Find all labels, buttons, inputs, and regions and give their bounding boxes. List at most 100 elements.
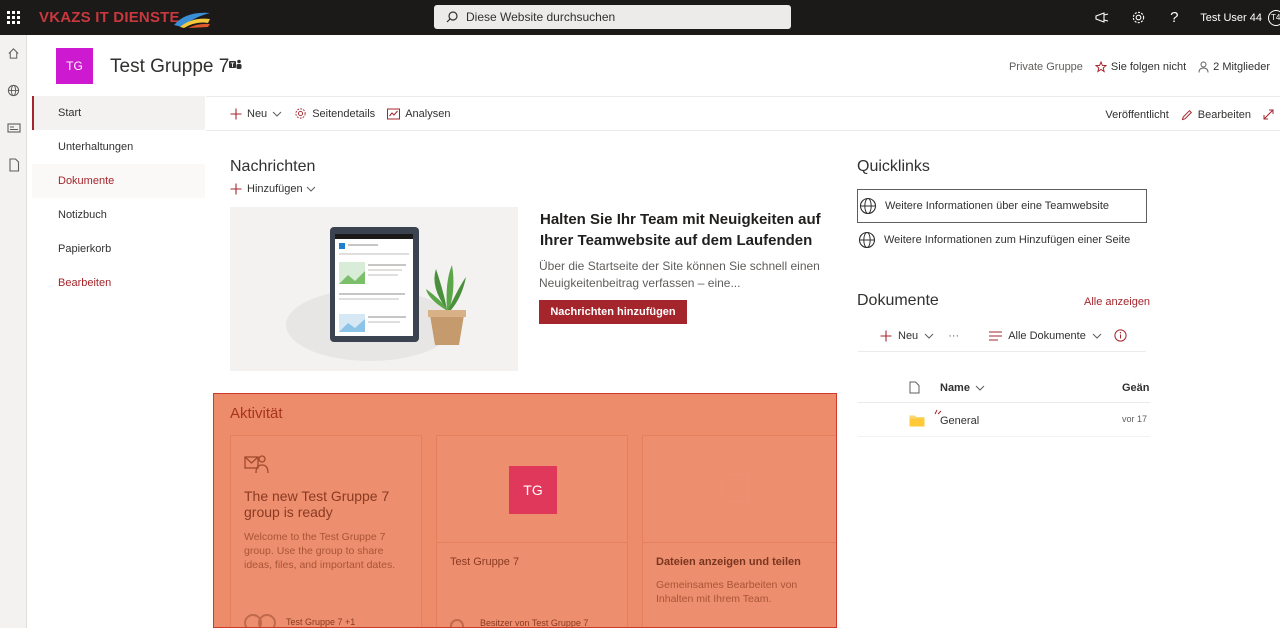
nav-item-start[interactable]: Start [32,96,205,130]
more-options-icon[interactable]: ··· [948,330,959,342]
user-name[interactable]: Test User 44 [1200,12,1262,24]
nav-edit-link[interactable]: Bearbeiten [32,266,205,300]
members-button[interactable]: 2 Mitglieder [1198,61,1270,73]
card-text: Gemeinsames Bearbeiten von Inhalten mit … [656,579,798,605]
megaphone-icon[interactable] [1084,0,1120,35]
follow-label: Sie folgen nicht [1110,61,1187,73]
site-title[interactable]: Test Gruppe 7 [110,56,229,78]
name-column-header[interactable]: Name [940,382,985,394]
quicklink-item[interactable]: Weitere Informationen zum Hinzufügen ein… [857,223,1147,257]
nav-label: Papierkorb [58,243,112,255]
chevron-down-icon [272,111,282,117]
card-footer: Test Gruppe 7 +1 [286,617,356,627]
search-box[interactable]: Diese Website durchsuchen [434,5,791,29]
name-column-label: Name [940,382,970,394]
quicklink-label: Weitere Informationen über eine Teamwebs… [885,200,1109,212]
expand-icon [1263,109,1274,120]
app-launcher-icon[interactable] [0,0,27,35]
gear-icon[interactable] [1120,0,1156,35]
left-navigation: Start Unterhaltungen Dokumente Notizbuch… [32,96,205,628]
person-icon [450,619,464,627]
add-news-button[interactable]: Hinzufügen [230,183,316,195]
site-header: TG Test Gruppe 7 T Private Gruppe Sie fo… [32,35,1280,96]
page-details-label: Seitendetails [312,107,376,120]
site-logo[interactable]: TG [56,48,93,84]
activity-title: Aktivität [230,405,283,422]
search-icon [446,11,458,23]
expand-button[interactable] [1263,109,1274,120]
globe-icon [859,197,877,215]
list-view-icon [989,330,1003,341]
brand-logo[interactable]: VKAZS IT DIENSTE [39,7,212,29]
person-icon [1198,61,1209,73]
quicklink-item[interactable]: Weitere Informationen über eine Teamwebs… [857,189,1147,223]
documents-new-label: Neu [898,329,919,342]
documents-command-bar: Neu ··· Alle Dokumente [858,320,1146,352]
activity-card-group[interactable]: TG Test Gruppe 7 Besitzer von Test Grupp… [436,435,628,627]
app-bar [0,35,27,628]
add-news-post-button[interactable]: Nachrichten hinzufügen [539,300,687,324]
plus-icon [880,330,892,341]
new-button[interactable]: Neu [230,108,282,120]
card-heading: Dateien anzeigen und teilen [656,556,801,568]
privacy-text: Private Gruppe [1008,61,1083,73]
file-type-icon [909,381,920,394]
card-heading: The new Test Gruppe 7 group is ready [244,488,390,520]
info-icon[interactable] [1114,329,1127,342]
edit-button[interactable]: Bearbeiten [1181,109,1251,121]
pencil-icon [1181,109,1192,120]
card-text: Welcome to the Test Gruppe 7 group. Use … [244,531,396,571]
group-mail-icon [244,455,269,474]
user-avatar[interactable]: T4 [1268,9,1280,26]
nav-item-notebook[interactable]: Notizbuch [32,198,205,232]
group-logo: TG [509,466,557,514]
member-avatars-icon [244,614,276,627]
follow-button[interactable]: Sie folgen nicht [1094,61,1187,73]
quicklink-label: Weitere Informationen zum Hinzufügen ein… [884,234,1131,246]
news-body: Über die Startseite der Site können Sie … [539,259,820,290]
page-details-button[interactable]: Seitendetails [294,107,375,120]
nav-item-conversations[interactable]: Unterhaltungen [32,130,205,164]
analytics-icon [387,108,401,119]
document-icon[interactable] [0,146,27,183]
nav-label: Dokumente [58,175,115,187]
documents-row[interactable]: General vor 17 [858,404,1150,437]
document-name[interactable]: General [940,415,979,427]
privacy-label: Private Gruppe [1009,61,1083,73]
chevron-down-icon [306,186,316,192]
help-icon[interactable]: ? [1156,0,1192,35]
chevron-down-icon [1092,333,1102,339]
quicklinks-title: Quicklinks [857,158,930,175]
chevron-down-icon [975,385,985,391]
card-heading: Test Gruppe 7 [450,556,520,568]
news-section-title: Nachrichten [230,158,316,175]
command-bar: Neu Seitendetails Analysen Veröffentlich… [206,96,1280,131]
view-label: Alle Dokumente [1008,329,1086,342]
news-icon[interactable] [0,109,27,146]
nav-item-recycle-bin[interactable]: Papierkorb [32,232,205,266]
plus-icon [230,108,242,119]
globe-icon[interactable] [0,72,27,109]
view-selector[interactable]: Alle Dokumente [989,330,1102,342]
home-icon[interactable] [0,35,27,72]
svg-text:T: T [231,63,235,69]
plus-icon [230,183,242,195]
teams-icon[interactable]: T [229,59,242,71]
nav-item-documents[interactable]: Dokumente [32,164,205,198]
activity-card-group-ready[interactable]: The new Test Gruppe 7 group is ready Wel… [230,435,422,627]
nav-label: Notizbuch [58,209,107,221]
analytics-button[interactable]: Analysen [387,108,450,120]
documents-show-all-link[interactable]: Alle anzeigen [1084,296,1150,308]
documents-new-button[interactable]: Neu [880,330,934,342]
new-label: Neu [247,107,268,120]
folder-icon [909,415,925,427]
members-label: 2 Mitglieder [1213,61,1270,73]
nav-label: Start [58,107,82,119]
star-icon [1094,61,1107,73]
nav-label: Unterhaltungen [58,141,134,153]
analytics-label: Analysen [405,107,451,120]
modified-column-header[interactable]: Geän [1122,382,1150,394]
file-icon [721,474,749,502]
activity-card-files[interactable]: Dateien anzeigen und teilen Gemeinsames … [642,435,836,627]
news-placeholder-illustration [230,207,518,371]
